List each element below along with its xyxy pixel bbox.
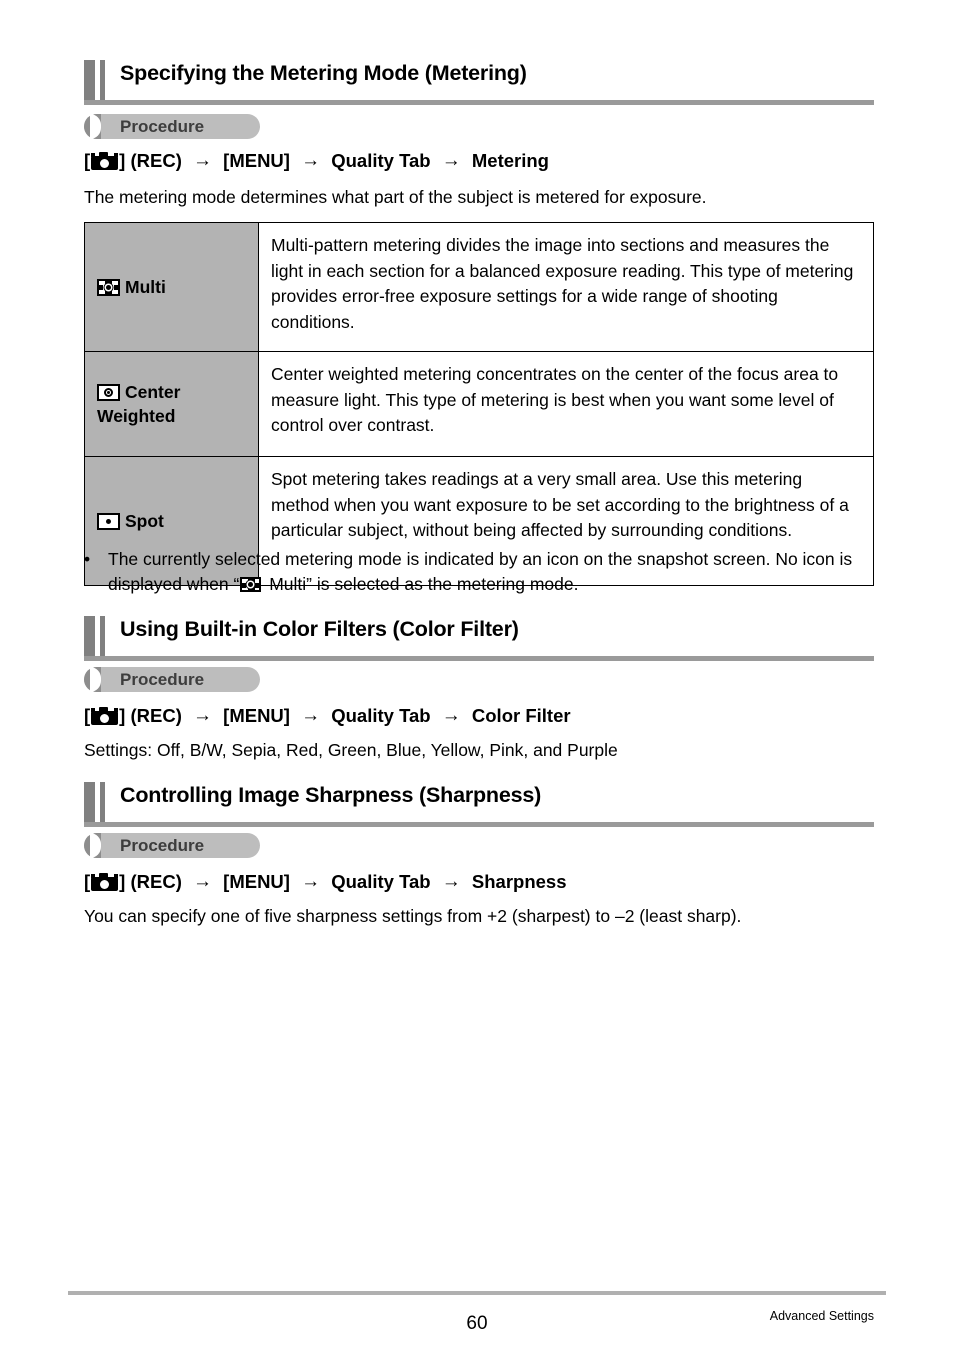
procedure-label: Procedure: [120, 836, 205, 855]
arrow-icon: →: [441, 871, 461, 892]
footer-divider: [68, 1291, 886, 1295]
path-target-label: Sharpness: [471, 871, 567, 892]
bracket-close: ]: [119, 150, 126, 171]
note-text-after: Multi” is selected as the metering mode.: [264, 574, 579, 594]
heading-rule: [84, 100, 874, 105]
heading-marker-bars: [84, 616, 114, 656]
rec-label: (REC): [130, 705, 182, 726]
heading-rule: [84, 656, 874, 661]
section-title: Using Built-in Color Filters (Color Filt…: [120, 617, 519, 641]
procedure-badge-sharpness: Procedure: [84, 833, 260, 858]
path-target-label: Color Filter: [471, 705, 571, 726]
table-row: Center Weighted Center weighted metering…: [84, 351, 874, 457]
metering-center-weighted-icon: [97, 384, 120, 401]
camera-icon: [91, 152, 119, 170]
heading-bar-thick: [84, 782, 95, 822]
camera-icon: [91, 707, 119, 725]
metering-modes-table: Multi Multi-pattern metering divides the…: [84, 222, 874, 586]
procedure-label: Procedure: [120, 670, 205, 689]
arrow-icon: →: [301, 871, 321, 892]
note-body: The currently selected metering mode is …: [108, 547, 884, 597]
menu-label: [MENU]: [223, 150, 290, 171]
bracket-close: ]: [119, 705, 126, 726]
rec-label: (REC): [130, 150, 182, 171]
arrow-icon: →: [301, 705, 321, 726]
quality-tab-label: Quality Tab: [331, 150, 431, 171]
heading-bar-thin: [100, 616, 105, 656]
table-cell-description: Center weighted metering concentrates on…: [258, 351, 874, 457]
metering-multi-icon: [240, 577, 262, 592]
procedure-badge-color-filter: Procedure: [84, 667, 260, 692]
procedure-cap-icon: [84, 833, 101, 858]
arrow-icon: →: [301, 150, 321, 171]
bracket-open: [: [84, 871, 91, 892]
heading-bar-thin: [100, 60, 105, 100]
metering-mode-name: Spot: [125, 511, 164, 531]
footer-chapter-label: Advanced Settings: [769, 1309, 874, 1323]
arrow-icon: →: [441, 150, 461, 171]
bracket-open: [: [84, 705, 91, 726]
procedure-badge-metering: Procedure: [84, 114, 260, 139]
settings-text-color-filter: Settings: Off, B/W, Sepia, Red, Green, B…: [84, 740, 618, 760]
procedure-path-sharpness: [] (REC) → [MENU] → Quality Tab → Sharpn…: [84, 870, 567, 895]
page-title: Specifying the Metering Mode (Metering): [120, 61, 527, 85]
path-target-label: Metering: [471, 150, 549, 171]
arrow-icon: →: [441, 705, 461, 726]
arrow-icon: →: [193, 871, 213, 892]
procedure-cap-icon: [84, 114, 101, 139]
menu-label: [MENU]: [223, 705, 290, 726]
bracket-close: ]: [119, 871, 126, 892]
procedure-path-metering: [] (REC) → [MENU] → Quality Tab → Meteri…: [84, 149, 549, 174]
procedure-label: Procedure: [120, 117, 205, 136]
heading-bar-thick: [84, 60, 95, 100]
menu-label: [MENU]: [223, 871, 290, 892]
table-cell-description: Multi-pattern metering divides the image…: [258, 222, 874, 352]
bracket-open: [: [84, 150, 91, 171]
table-cell-label: Multi: [84, 222, 259, 352]
bullet-icon: •: [84, 549, 91, 569]
camera-icon: [91, 873, 119, 891]
procedure-cap-icon: [84, 667, 101, 692]
heading-bar-thin: [100, 782, 105, 822]
document-page: Specifying the Metering Mode (Metering) …: [0, 0, 954, 1357]
metering-mode-name: Multi: [125, 277, 166, 297]
heading-rule: [84, 822, 874, 827]
intro-text-sharpness: You can specify one of five sharpness se…: [84, 906, 742, 926]
heading-marker-bars: [84, 60, 114, 100]
quality-tab-label: Quality Tab: [331, 871, 431, 892]
section-title: Controlling Image Sharpness (Sharpness): [120, 783, 542, 807]
arrow-icon: →: [193, 705, 213, 726]
procedure-path-color-filter: [] (REC) → [MENU] → Quality Tab → Color …: [84, 704, 571, 729]
intro-text-metering: The metering mode determines what part o…: [84, 187, 707, 207]
metering-multi-icon: [97, 279, 120, 296]
metering-note: • The currently selected metering mode i…: [84, 547, 884, 597]
arrow-icon: →: [193, 150, 213, 171]
heading-marker-bars: [84, 782, 114, 822]
quality-tab-label: Quality Tab: [331, 705, 431, 726]
table-cell-label: Center Weighted: [84, 351, 259, 457]
table-row: Multi Multi-pattern metering divides the…: [84, 222, 874, 352]
metering-spot-icon: [97, 513, 120, 530]
heading-bar-thick: [84, 616, 95, 656]
rec-label: (REC): [130, 871, 182, 892]
